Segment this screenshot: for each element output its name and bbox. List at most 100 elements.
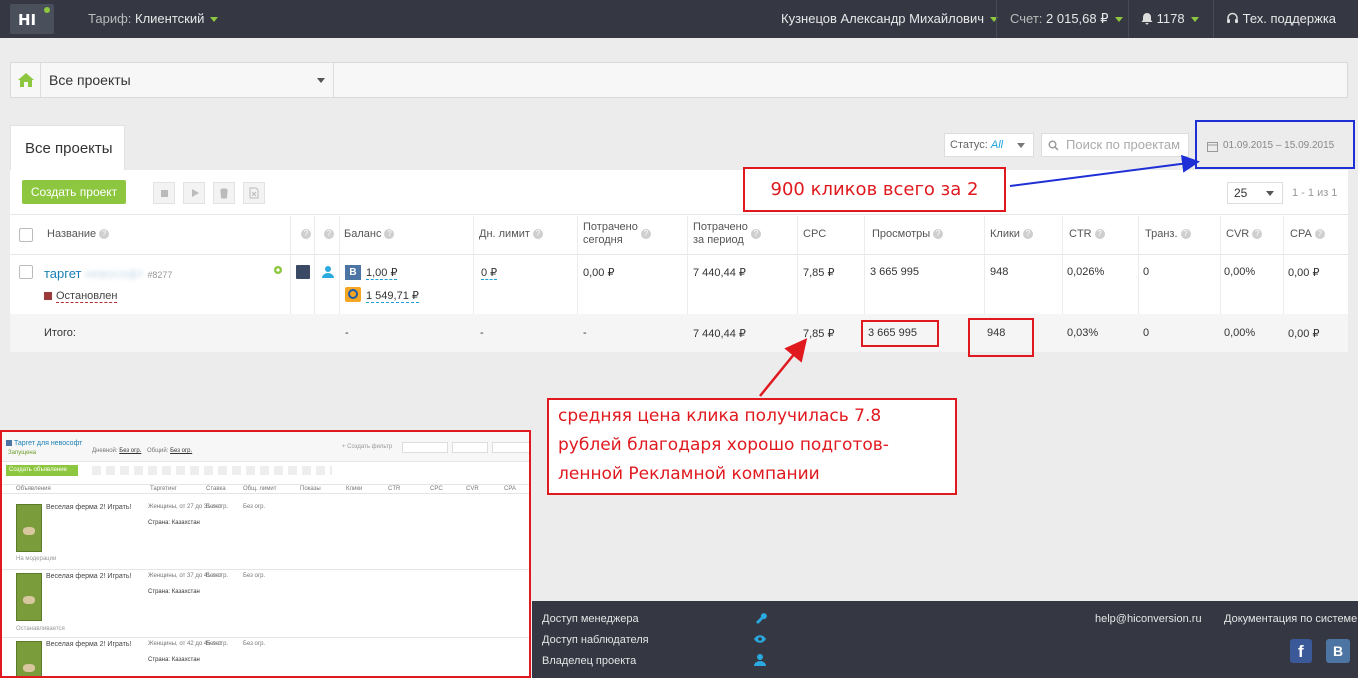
project-search-input[interactable]: Поиск по проектам: [1041, 133, 1189, 157]
help-icon[interactable]: ?: [384, 229, 395, 239]
trans-label: Транз.: [1145, 227, 1178, 240]
balance-mytarget-value[interactable]: 1 549,71 ₽: [366, 289, 419, 303]
divider: [996, 0, 997, 38]
column-header-clicks[interactable]: Клики?: [990, 214, 1033, 254]
top-navigation-bar: HI Тариф: Клиентский Кузнецов Александр …: [0, 0, 1358, 38]
help-icon[interactable]: ?: [301, 229, 311, 239]
help-icon[interactable]: ?: [1314, 229, 1325, 239]
help-icon[interactable]: ?: [1180, 229, 1191, 239]
thumb-create-ad-button[interactable]: Создать объявление: [6, 465, 78, 476]
column-header-ctr[interactable]: CTR?: [1069, 214, 1105, 254]
thumb-total-limit: Общий: Без огр.: [147, 448, 193, 454]
help-icon[interactable]: ?: [750, 229, 761, 239]
bell-icon: [1141, 13, 1153, 25]
documentation-link[interactable]: Документация по системе: [1224, 613, 1357, 625]
divider: [10, 254, 1348, 255]
help-icon[interactable]: ?: [640, 229, 651, 239]
cpa-value: 0,00 ₽: [1288, 267, 1320, 279]
clicks-value: 948: [990, 266, 1009, 278]
user-icon[interactable]: [754, 653, 766, 666]
user-icon[interactable]: [322, 265, 334, 278]
total-spent-period: 7 440,44 ₽: [693, 328, 746, 340]
thumb-create-filter[interactable]: + Создать фильтр: [342, 444, 392, 450]
facebook-icon[interactable]: f: [1290, 639, 1312, 663]
column-header-cpa[interactable]: CPA?: [1290, 214, 1325, 254]
help-icon[interactable]: ?: [532, 229, 543, 239]
hi-platform-icon: [296, 265, 310, 279]
support-email-link[interactable]: help@hiconversion.ru: [1095, 613, 1202, 625]
owner-label: Владелец проекта: [542, 655, 637, 667]
cpc-value: 7,85 ₽: [803, 267, 835, 279]
help-icon[interactable]: ?: [1022, 229, 1033, 239]
logo-text: HI: [18, 11, 37, 29]
export-button[interactable]: [243, 182, 265, 204]
chevron-down-icon: [1017, 143, 1025, 148]
home-icon: [18, 73, 34, 87]
column-header-balance[interactable]: Баланс?: [344, 214, 395, 254]
stopped-icon: [44, 292, 52, 300]
stop-button[interactable]: [153, 182, 175, 204]
per-page-select[interactable]: 25: [1227, 182, 1283, 204]
column-header-cpc[interactable]: CPC: [803, 214, 826, 254]
vk-icon[interactable]: В: [1326, 639, 1350, 663]
help-icon[interactable]: ?: [1252, 229, 1263, 239]
chevron-down-icon: [1190, 17, 1199, 23]
hiconversion-logo[interactable]: HI: [10, 4, 54, 34]
project-select[interactable]: Все проекты: [49, 63, 131, 97]
ad-image: [16, 641, 42, 676]
column-header-spent-period[interactable]: Потрачено за период?: [693, 214, 761, 254]
total-cvr: 0,00%: [1224, 327, 1256, 339]
column-header-views[interactable]: Просмотры?: [872, 214, 944, 254]
support-link[interactable]: Тех. поддержка: [1226, 0, 1336, 38]
thumb-daily-limit: Дневной: Без огр.: [92, 448, 142, 454]
status-filter[interactable]: Статус: All: [944, 133, 1034, 157]
cpc-annotation: средняя цена клика получилась 7.8 рублей…: [547, 398, 957, 495]
column-header-daily-limit[interactable]: Дн. лимит?: [479, 214, 543, 254]
row-checkbox[interactable]: [19, 265, 33, 279]
tariff-dropdown[interactable]: Тариф: Клиентский: [88, 0, 219, 38]
help-icon[interactable]: ?: [933, 229, 944, 239]
project-selector-bar: Все проекты: [10, 62, 1348, 98]
notifications-count: 1178: [1156, 11, 1185, 26]
play-button[interactable]: [183, 182, 205, 204]
eye-icon[interactable]: [753, 634, 767, 644]
cpa-label: CPA: [1290, 227, 1312, 240]
user-menu[interactable]: Кузнецов Александр Михайлович: [781, 0, 998, 38]
thumb-title: Таргет для невософт: [6, 440, 82, 447]
create-project-button[interactable]: Создать проект: [22, 180, 126, 204]
headset-icon: [1227, 12, 1238, 23]
daily-limit-value[interactable]: 0 ₽: [481, 266, 498, 280]
chevron-down-icon[interactable]: [317, 78, 325, 83]
column-header-spent-today[interactable]: Потрачено сегодня?: [583, 214, 651, 254]
notifications-menu[interactable]: 1178: [1141, 0, 1199, 38]
balance-vk-value[interactable]: 1,00 ₽: [366, 266, 398, 280]
home-button[interactable]: [11, 63, 41, 97]
manager-access-label: Доступ менеджера: [542, 613, 639, 625]
wrench-icon[interactable]: [753, 611, 767, 625]
ad-title[interactable]: Веселая ферма 2! Играть!: [46, 641, 131, 648]
support-label: Тех. поддержка: [1242, 11, 1337, 26]
ad-title[interactable]: Веселая ферма 2! Играть!: [46, 573, 131, 580]
tab-all-projects[interactable]: Все проекты: [10, 125, 125, 171]
total-cpc: 7,85 ₽: [803, 328, 835, 340]
project-name-link[interactable]: таргет невософт #8277: [44, 266, 172, 281]
account-balance-menu[interactable]: Счет: 2 015,68 ₽: [1010, 0, 1123, 38]
total-label: Итого:: [44, 327, 76, 339]
column-header-name[interactable]: Название?: [47, 214, 110, 254]
views-highlight-box: [861, 320, 939, 347]
ad-title[interactable]: Веселая ферма 2! Играть!: [46, 504, 131, 511]
gear-icon[interactable]: [272, 264, 284, 276]
help-icon[interactable]: ?: [1094, 229, 1105, 239]
account-value: 2 015,68 ₽: [1046, 11, 1109, 26]
help-icon[interactable]: ?: [324, 229, 334, 239]
column-name-label: Название: [47, 227, 97, 240]
chevron-down-icon: [210, 17, 219, 23]
balance-label: Баланс: [344, 227, 382, 240]
help-icon[interactable]: ?: [99, 229, 110, 239]
per-page-value: 25: [1234, 186, 1248, 200]
column-header-trans[interactable]: Транз.?: [1145, 214, 1191, 254]
select-all-checkbox[interactable]: [19, 228, 33, 242]
delete-button[interactable]: [213, 182, 235, 204]
stop-icon: [161, 190, 168, 197]
column-header-cvr[interactable]: CVR?: [1226, 214, 1263, 254]
